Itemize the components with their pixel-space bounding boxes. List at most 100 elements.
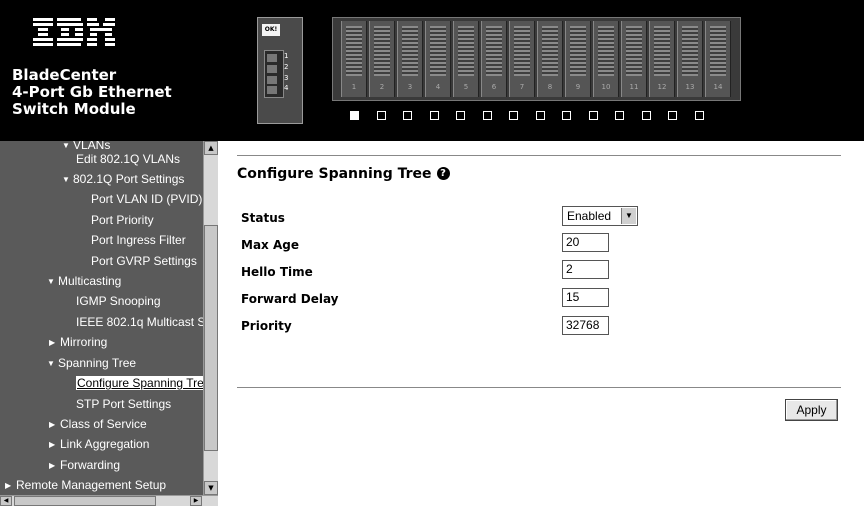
bay-grill: [542, 26, 558, 76]
bay-selector[interactable]: [482, 111, 492, 120]
scroll-left-icon[interactable]: ◀: [0, 496, 12, 506]
bay-grill: [682, 26, 698, 76]
blade-bay: 7: [509, 21, 535, 97]
sidebar-item-configure-stp[interactable]: Configure Spanning Tre: [76, 376, 205, 390]
divider: [237, 155, 841, 156]
bay-grill: [654, 26, 670, 76]
bay-selector[interactable]: [456, 111, 465, 120]
scroll-down-icon[interactable]: ▼: [204, 481, 218, 495]
header-banner: BladeCenter 4-Port Gb Ethernet Switch Mo…: [0, 0, 864, 141]
product-line-3: Switch Module: [12, 100, 136, 118]
sidebar-vertical-scrollbar[interactable]: ▲ ▼: [203, 141, 218, 495]
forward-delay-label: Forward Delay: [241, 292, 339, 306]
bay-selector[interactable]: [668, 111, 677, 120]
bay-selector[interactable]: [350, 111, 359, 120]
blade-bay: 6: [481, 21, 507, 97]
sidebar-item-ieee-multicast[interactable]: IEEE 802.1q Multicast S: [76, 315, 205, 329]
sidebar-item-mirroring[interactable]: ▶ Mirroring: [49, 335, 107, 350]
sidebar-item-gvrp[interactable]: Port GVRP Settings: [91, 254, 197, 268]
bay-selector[interactable]: [429, 111, 439, 120]
blade-bay: 1: [341, 21, 367, 97]
expanded-icon: ▼: [47, 277, 55, 286]
sidebar-nav: ▼ VLANs Edit 802.1Q VLANs ▼ 802.1Q Port Se…: [0, 141, 218, 506]
hello-time-input[interactable]: 2: [562, 260, 609, 279]
bay-selector[interactable]: [509, 111, 518, 120]
apply-button[interactable]: Apply: [785, 399, 838, 421]
bay-grill: [598, 26, 614, 76]
expanded-icon: ▼: [62, 175, 70, 184]
bay-grill: [346, 26, 362, 76]
scroll-thumb[interactable]: [204, 225, 218, 451]
blade-bay: 13: [677, 21, 703, 97]
max-age-input[interactable]: 20: [562, 233, 609, 252]
scroll-thumb[interactable]: [14, 496, 156, 506]
scroll-right-icon[interactable]: ▶: [190, 496, 202, 506]
bay-selector[interactable]: [376, 111, 386, 120]
bay-number: 12: [657, 83, 667, 91]
blade-bay: 2: [369, 21, 395, 97]
blade-bay: 10: [593, 21, 619, 97]
bay-number: 9: [575, 83, 581, 91]
hello-time-label: Hello Time: [241, 265, 313, 279]
sidebar-item-port-settings[interactable]: ▼ 802.1Q Port Settings: [62, 172, 184, 187]
status-label: Status: [241, 211, 285, 225]
collapsed-icon: ▶: [5, 481, 12, 490]
bay-grill: [458, 26, 474, 76]
blade-bay: 11: [621, 21, 647, 97]
bay-grill: [486, 26, 502, 76]
sidebar-item-ingress-filter[interactable]: Port Ingress Filter: [91, 233, 186, 247]
bay-selector[interactable]: [562, 111, 571, 120]
blade-bay: 4: [425, 21, 451, 97]
divider: [237, 387, 841, 388]
bay-grill: [626, 26, 642, 76]
status-select[interactable]: Enabled ▼: [562, 206, 638, 226]
sidebar-horizontal-scrollbar[interactable]: ◀ ▶: [0, 495, 218, 506]
bay-number: 7: [519, 83, 525, 91]
collapsed-icon: ▶: [49, 338, 56, 347]
module-ports: [264, 50, 284, 98]
bay-number: 5: [463, 83, 469, 91]
blade-bay: 12: [649, 21, 675, 97]
bay-number: 10: [601, 83, 611, 91]
switch-module-graphic: OK! 1 2 3 4: [257, 17, 303, 124]
bay-grill: [430, 26, 446, 76]
sidebar-item-edit-vlans[interactable]: Edit 802.1Q VLANs: [76, 152, 180, 166]
module-port-number: 2: [284, 63, 289, 71]
module-port[interactable]: [267, 86, 277, 94]
collapsed-icon: ▶: [49, 461, 56, 470]
bay-selector[interactable]: [535, 111, 545, 120]
chevron-down-icon[interactable]: ▼: [621, 208, 636, 224]
blade-bay: 5: [453, 21, 479, 97]
bay-grill: [402, 26, 418, 76]
bay-number: 2: [379, 83, 385, 91]
sidebar-item-port-priority[interactable]: Port Priority: [91, 213, 154, 227]
module-port[interactable]: [267, 76, 277, 84]
priority-input[interactable]: 32768: [562, 316, 609, 335]
module-port[interactable]: [267, 65, 277, 73]
forward-delay-input[interactable]: 15: [562, 288, 609, 307]
status-value: Enabled: [567, 209, 612, 223]
collapsed-icon: ▶: [49, 440, 56, 449]
priority-label: Priority: [241, 319, 292, 333]
help-icon[interactable]: ?: [436, 167, 450, 180]
sidebar-item-pvid[interactable]: Port VLAN ID (PVID): [91, 192, 202, 206]
bay-selector[interactable]: [615, 111, 624, 120]
sidebar-item-class-of-service[interactable]: ▶ Class of Service: [49, 417, 147, 432]
bay-number: 14: [713, 83, 723, 91]
bay-selector[interactable]: [403, 111, 412, 120]
bay-selector[interactable]: [588, 111, 598, 120]
module-port[interactable]: [267, 54, 277, 62]
bay-selector[interactable]: [694, 111, 704, 120]
page-title-text: Configure Spanning Tree: [237, 166, 432, 182]
sidebar-item-spanning-tree[interactable]: ▼ Spanning Tree: [47, 356, 136, 371]
sidebar-item-multicasting[interactable]: ▼ Multicasting: [47, 274, 121, 289]
sidebar-item-forwarding[interactable]: ▶ Forwarding: [49, 458, 120, 473]
bay-number: 3: [407, 83, 413, 91]
bay-selector[interactable]: [641, 111, 651, 120]
sidebar-item-remote-management[interactable]: ▶ Remote Management Setup: [5, 478, 166, 493]
sidebar-item-igmp[interactable]: IGMP Snooping: [76, 294, 161, 308]
scroll-up-icon[interactable]: ▲: [204, 141, 218, 155]
sidebar-item-link-aggregation[interactable]: ▶ Link Aggregation: [49, 437, 149, 452]
collapsed-icon: ▶: [49, 420, 56, 429]
sidebar-item-stp-port-settings[interactable]: STP Port Settings: [76, 397, 171, 411]
